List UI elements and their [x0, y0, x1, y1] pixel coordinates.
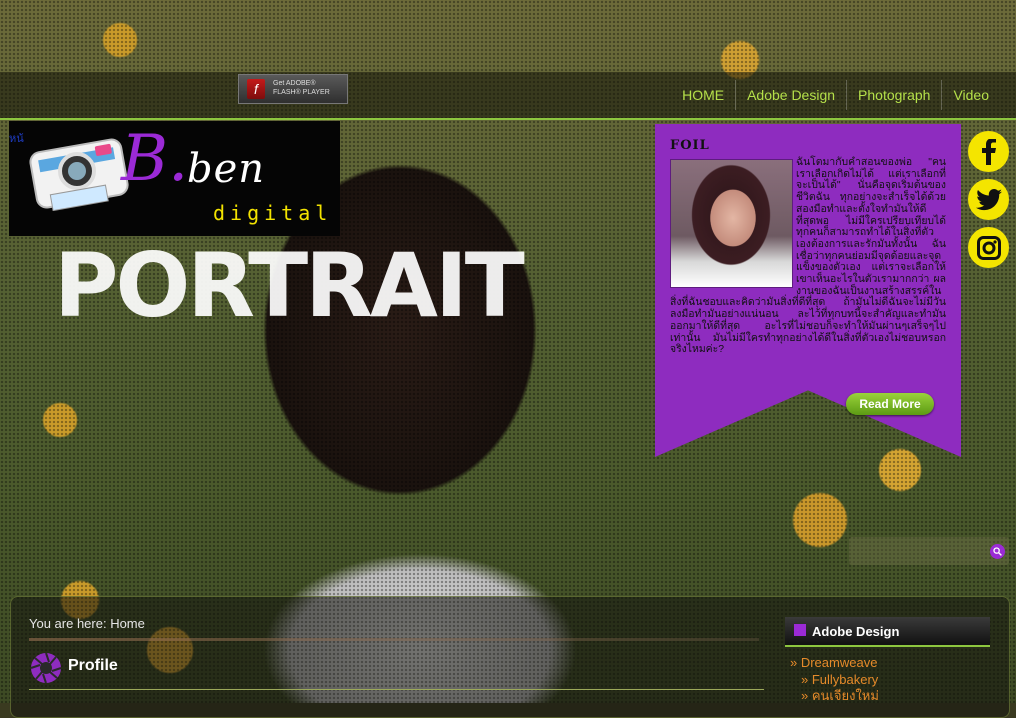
- profile-text-wrap: ฉันโตมากับคำสอนของพ่อ "คนเราเลือกเกิดไม่…: [670, 157, 946, 356]
- twitter-link[interactable]: [968, 179, 1009, 220]
- facebook-icon: [981, 138, 996, 165]
- flash-badge-line1: Get ADOBE®: [273, 80, 316, 87]
- sidebar-item-dreamweave[interactable]: » Dreamweave: [790, 655, 879, 672]
- instagram-icon: [976, 235, 1001, 260]
- main-nav: HOME Adobe Design Photograph Video: [671, 80, 1000, 110]
- nav-photograph[interactable]: Photograph: [846, 80, 941, 110]
- breadcrumb-text: You are here: Home: [29, 616, 145, 631]
- hero-title: PORTRAIT: [54, 234, 525, 337]
- read-more-button[interactable]: Read More: [846, 393, 934, 415]
- facebook-link[interactable]: [968, 131, 1009, 172]
- search-input[interactable]: [853, 541, 987, 561]
- nav-video[interactable]: Video: [941, 80, 1000, 110]
- flash-player-badge[interactable]: f Get ADOBE® FLASH® PLAYER: [238, 74, 348, 104]
- sidebar-heading-text: Adobe Design: [812, 624, 900, 639]
- breadcrumb-divider: [29, 638, 759, 641]
- logo-tab-label: หน้: [9, 133, 24, 145]
- twitter-icon: [975, 188, 1002, 210]
- logo-subtitle: digital: [213, 201, 333, 225]
- profile-section-title: Profile: [68, 657, 118, 674]
- flash-icon: f: [247, 79, 265, 99]
- nav-adobe-design[interactable]: Adobe Design: [735, 80, 846, 110]
- sidebar-item-fullybakery[interactable]: » Fullybakery: [790, 672, 879, 689]
- logo-letter: B.: [121, 122, 189, 196]
- flash-badge-line2: FLASH® PLAYER: [273, 89, 330, 96]
- site-logo[interactable]: หน้ B. ben digital: [9, 121, 340, 236]
- sidebar-item-chiangmai[interactable]: » คนเจียงใหม่: [790, 688, 879, 705]
- profile-divider: [29, 689, 764, 690]
- sidebar-menu: » Dreamweave » Fullybakery » คนเจียงใหม่: [790, 655, 879, 705]
- sidebar-heading: Adobe Design: [785, 617, 990, 647]
- square-bullet-icon: [794, 624, 806, 636]
- profile-name: FOIL: [670, 138, 710, 153]
- nav-home[interactable]: HOME: [671, 80, 735, 110]
- search-icon: [993, 547, 1002, 556]
- aperture-icon: [30, 652, 62, 684]
- breadcrumb: You are here: Home: [29, 616, 759, 641]
- search-button[interactable]: [990, 544, 1005, 559]
- instagram-link[interactable]: [968, 227, 1009, 268]
- search-box: [849, 537, 1009, 565]
- logo-word: ben: [187, 146, 266, 192]
